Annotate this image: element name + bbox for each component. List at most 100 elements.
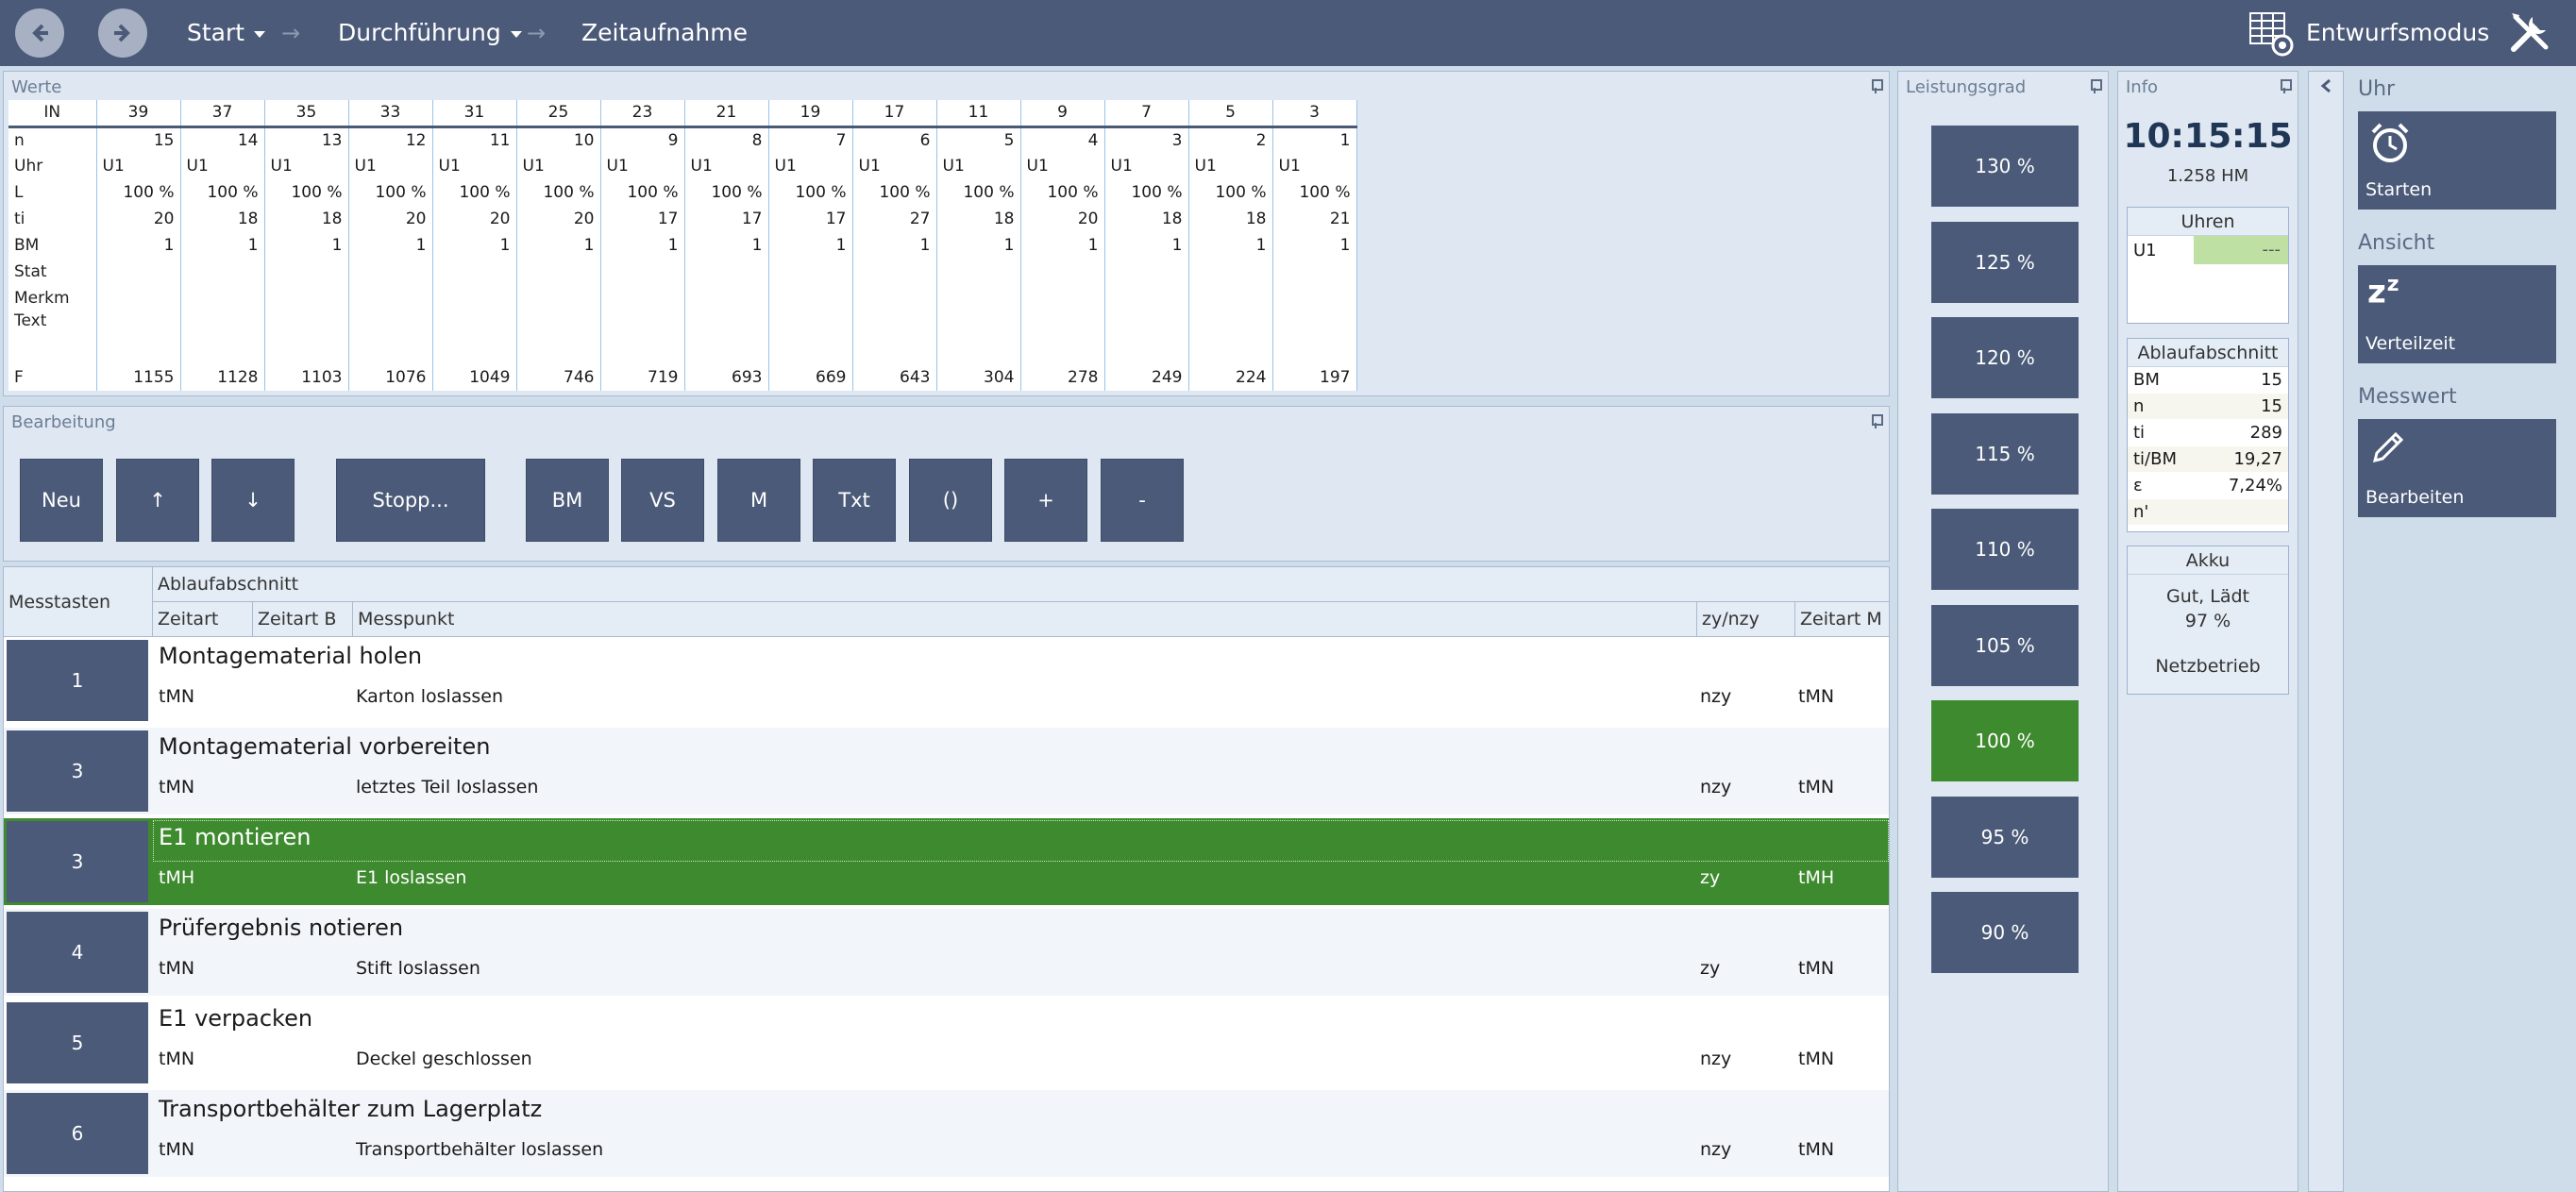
werte-cell[interactable]: 100 % — [936, 179, 1021, 206]
leistungsgrad-button[interactable]: 120 % — [1931, 317, 2079, 398]
werte-cell[interactable]: U1 — [348, 153, 433, 179]
list-item[interactable]: 3 Montagematerial vorbereiten tMN letztes T… — [4, 728, 1889, 814]
leistungsgrad-button[interactable]: 110 % — [1931, 509, 2079, 590]
werte-cell[interactable]: 35 — [264, 100, 349, 128]
werte-cell[interactable] — [600, 259, 685, 285]
werte-cell[interactable]: 100 % — [348, 179, 433, 206]
werte-cell[interactable]: 5 — [936, 126, 1021, 153]
header-zeitart-b[interactable]: Zeitart B — [253, 602, 353, 637]
leistungsgrad-button[interactable]: 125 % — [1931, 221, 2079, 303]
uhren-row-u1[interactable]: U1 --- — [2128, 236, 2288, 264]
werte-cell[interactable]: 7 — [768, 126, 853, 153]
werte-cell[interactable] — [516, 259, 601, 285]
werte-cell[interactable] — [768, 311, 853, 364]
werte-cell[interactable]: 37 — [180, 100, 265, 128]
werte-cell[interactable] — [1188, 311, 1273, 364]
werte-cell[interactable]: 20 — [516, 206, 601, 232]
werte-cell[interactable]: 1049 — [432, 364, 517, 391]
werte-cell[interactable]: 669 — [768, 364, 853, 391]
pin-icon[interactable] — [2279, 79, 2292, 93]
werte-cell[interactable]: 33 — [348, 100, 433, 128]
werte-cell[interactable]: 100 % — [684, 179, 769, 206]
werte-cell[interactable]: 1 — [1272, 232, 1357, 259]
bm-button[interactable]: BM — [526, 459, 609, 542]
pin-icon[interactable] — [1870, 79, 1883, 93]
m-button[interactable]: M — [717, 459, 800, 542]
werte-cell[interactable] — [936, 311, 1021, 364]
werte-cell[interactable]: 9 — [600, 126, 685, 153]
werte-cell[interactable] — [96, 285, 181, 311]
werte-cell[interactable]: U1 — [180, 153, 265, 179]
werte-cell[interactable] — [852, 285, 937, 311]
werte-cell[interactable]: U1 — [684, 153, 769, 179]
werte-cell[interactable]: 12 — [348, 126, 433, 153]
werte-cell[interactable]: 719 — [600, 364, 685, 391]
werte-cell[interactable]: U1 — [936, 153, 1021, 179]
move-down-button[interactable]: ↓ — [211, 459, 295, 542]
leistungsgrad-button[interactable]: 95 % — [1931, 796, 2079, 878]
werte-cell[interactable]: 8 — [684, 126, 769, 153]
werte-cell[interactable]: 17 — [684, 206, 769, 232]
werte-cell[interactable]: 1 — [684, 232, 769, 259]
werte-cell[interactable] — [432, 259, 517, 285]
werte-cell[interactable]: 10 — [516, 126, 601, 153]
werte-cell[interactable]: 9 — [1020, 100, 1105, 128]
chevron-left-icon[interactable] — [2309, 72, 2345, 100]
werte-cell[interactable]: 18 — [1188, 206, 1273, 232]
werte-cell[interactable] — [348, 285, 433, 311]
werte-cell[interactable]: 20 — [348, 206, 433, 232]
messtaste-button[interactable]: 4 — [7, 912, 148, 993]
werte-cell[interactable] — [432, 285, 517, 311]
werte-cell[interactable]: 17 — [768, 206, 853, 232]
werte-cell[interactable]: 693 — [684, 364, 769, 391]
werte-cell[interactable]: U1 — [96, 153, 181, 179]
werte-cell[interactable] — [96, 311, 181, 364]
tools-icon[interactable] — [2506, 9, 2553, 57]
werte-cell[interactable]: 746 — [516, 364, 601, 391]
werte-cell[interactable]: 39 — [96, 100, 181, 128]
werte-cell[interactable]: 1 — [600, 232, 685, 259]
header-ablaufabschnitt[interactable]: Ablaufabschnitt — [153, 567, 1889, 602]
entwurfsmodus-label[interactable]: Entwurfsmodus — [2306, 0, 2489, 66]
werte-cell[interactable]: 18 — [180, 206, 265, 232]
werte-cell[interactable] — [1272, 311, 1357, 364]
werte-cell[interactable] — [1188, 285, 1273, 311]
messtaste-button[interactable]: 3 — [7, 730, 148, 812]
werte-cell[interactable] — [684, 259, 769, 285]
leistungsgrad-button[interactable]: 130 % — [1931, 126, 2079, 207]
werte-cell[interactable]: 100 % — [516, 179, 601, 206]
werte-cell[interactable] — [600, 311, 685, 364]
werte-cell[interactable]: 100 % — [432, 179, 517, 206]
werte-cell[interactable]: 1 — [432, 232, 517, 259]
brackets-button[interactable]: () — [909, 459, 992, 542]
werte-cell[interactable]: 1 — [1104, 232, 1189, 259]
werte-cell[interactable]: 1103 — [264, 364, 349, 391]
werte-cell[interactable]: 1 — [1272, 126, 1357, 153]
werte-cell[interactable] — [180, 311, 265, 364]
werte-cell[interactable]: 100 % — [1020, 179, 1105, 206]
werte-cell[interactable] — [936, 259, 1021, 285]
werte-cell[interactable] — [264, 259, 349, 285]
neu-button[interactable]: Neu — [20, 459, 103, 542]
werte-cell[interactable]: 100 % — [264, 179, 349, 206]
header-messpunkt[interactable]: Messpunkt — [353, 602, 1697, 637]
werte-cell[interactable]: U1 — [852, 153, 937, 179]
werte-cell[interactable] — [1020, 285, 1105, 311]
werte-cell[interactable]: 100 % — [1188, 179, 1273, 206]
leistungsgrad-button[interactable]: 115 % — [1931, 412, 2079, 495]
werte-cell[interactable]: U1 — [516, 153, 601, 179]
werte-cell[interactable]: 13 — [264, 126, 349, 153]
werte-cell[interactable] — [180, 259, 265, 285]
werte-cell[interactable]: 224 — [1188, 364, 1273, 391]
werte-cell[interactable]: 1 — [180, 232, 265, 259]
werte-cell[interactable]: 25 — [516, 100, 601, 128]
list-item[interactable]: 4 Prüfergebnis notieren tMN Stift loslassen… — [4, 909, 1889, 996]
werte-cell[interactable]: 100 % — [768, 179, 853, 206]
messtaste-button[interactable]: 5 — [7, 1002, 148, 1083]
werte-cell[interactable]: 1 — [768, 232, 853, 259]
back-button[interactable] — [15, 8, 64, 58]
minus-button[interactable]: - — [1101, 459, 1184, 542]
werte-cell[interactable]: 3 — [1272, 100, 1357, 128]
werte-cell[interactable]: 1076 — [348, 364, 433, 391]
werte-cell[interactable]: 4 — [1020, 126, 1105, 153]
